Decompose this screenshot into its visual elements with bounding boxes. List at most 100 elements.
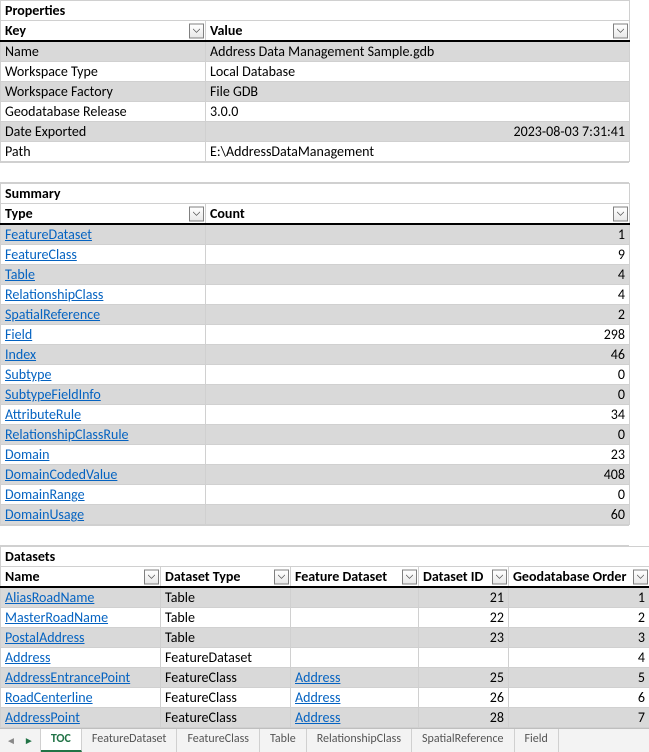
table-row: Table 4 <box>1 265 630 285</box>
summary-type-link[interactable]: RelationshipClassRule <box>5 426 129 443</box>
dataset-type-header-label: Dataset Type <box>165 568 240 585</box>
dataset-type: FeatureDataset <box>161 648 291 668</box>
sheet-tab-relationshipclass[interactable]: RelationshipClass <box>307 729 412 752</box>
summary-type-link[interactable]: SpatialReference <box>5 306 100 323</box>
table-row: Subtype 0 <box>1 365 630 385</box>
feature-dataset-header[interactable]: Feature Dataset <box>291 567 419 588</box>
chevron-down-icon <box>406 574 413 579</box>
sheet-tab-toc[interactable]: TOC <box>41 729 82 752</box>
sheet-tab-bar: ◄ ► TOCFeatureDatasetFeatureClassTableRe… <box>0 728 649 752</box>
value-header-label: Value <box>210 22 242 39</box>
summary-count: 4 <box>206 285 630 305</box>
dataset-name-link[interactable]: MasterRoadName <box>5 609 108 626</box>
chevron-down-icon <box>496 574 503 579</box>
dataset-order: 5 <box>509 668 649 688</box>
name-header[interactable]: Name <box>1 567 161 588</box>
summary-type-link[interactable]: Field <box>5 326 32 343</box>
summary-type-link[interactable]: DomainCodedValue <box>5 466 117 483</box>
table-row: SpatialReference 2 <box>1 305 630 325</box>
sheet-tab-table[interactable]: Table <box>260 729 307 752</box>
summary-type-link[interactable]: SubtypeFieldInfo <box>5 386 101 403</box>
dataset-id-header[interactable]: Dataset ID <box>419 567 509 588</box>
summary-count: 4 <box>206 265 630 285</box>
dataset-name-link[interactable]: PostalAddress <box>5 629 85 646</box>
summary-type-link[interactable]: AttributeRule <box>5 406 81 423</box>
feature-dataset-link[interactable]: Address <box>295 709 340 726</box>
property-key: Geodatabase Release <box>1 102 206 122</box>
summary-type-link[interactable]: FeatureClass <box>5 246 77 263</box>
filter-icon[interactable] <box>144 569 159 584</box>
order-header[interactable]: Geodatabase Order <box>509 567 649 588</box>
table-row: DomainCodedValue 408 <box>1 465 630 485</box>
dataset-type: FeatureClass <box>161 688 291 708</box>
property-key: Workspace Factory <box>1 82 206 102</box>
tab-prev-icon[interactable]: ◄ <box>4 734 18 747</box>
property-key: Name <box>1 41 206 62</box>
summary-type-link[interactable]: Subtype <box>5 366 51 383</box>
table-row: SubtypeFieldInfo 0 <box>1 385 630 405</box>
summary-count: 0 <box>206 365 630 385</box>
property-value: File GDB <box>206 82 630 102</box>
chevron-down-icon <box>193 28 200 33</box>
type-header-label: Type <box>5 205 33 222</box>
summary-type-link[interactable]: RelationshipClass <box>5 286 103 303</box>
dataset-name-link[interactable]: AliasRoadName <box>5 589 94 606</box>
property-value: 2023-08-03 7:31:41 <box>206 122 630 142</box>
feature-dataset-link[interactable]: Address <box>295 689 340 706</box>
chevron-down-icon <box>617 28 624 33</box>
count-header[interactable]: Count <box>206 204 630 225</box>
summary-title: Summary <box>1 184 630 204</box>
chevron-down-icon <box>617 211 624 216</box>
filter-icon[interactable] <box>402 569 417 584</box>
summary-type-link[interactable]: Table <box>5 266 35 283</box>
property-value: Local Database <box>206 62 630 82</box>
summary-type-link[interactable]: FeatureDataset <box>5 226 92 243</box>
dataset-type-header[interactable]: Dataset Type <box>161 567 291 588</box>
summary-type-link[interactable]: DomainUsage <box>5 506 84 523</box>
summary-count: 1 <box>206 224 630 245</box>
filter-icon[interactable] <box>492 569 507 584</box>
filter-icon[interactable] <box>613 23 628 38</box>
value-header[interactable]: Value <box>206 21 630 42</box>
feature-dataset-link[interactable]: Address <box>295 669 340 686</box>
sheet-tab-featuredataset[interactable]: FeatureDataset <box>82 729 178 752</box>
tab-next-icon[interactable]: ► <box>22 734 36 747</box>
datasets-title: Datasets <box>1 547 649 567</box>
properties-table: Properties Key Value NameAddress Data Ma… <box>0 0 630 162</box>
summary-count: 0 <box>206 425 630 445</box>
table-row: Domain 23 <box>1 445 630 465</box>
type-header[interactable]: Type <box>1 204 206 225</box>
table-row: AddressEntrancePointFeatureClassAddress2… <box>1 668 649 688</box>
filter-icon[interactable] <box>189 206 204 221</box>
chevron-down-icon <box>278 574 285 579</box>
sheet-tab-spatialreference[interactable]: SpatialReference <box>412 729 515 752</box>
dataset-name-link[interactable]: AddressPoint <box>5 709 80 726</box>
filter-icon[interactable] <box>613 206 628 221</box>
dataset-name-link[interactable]: Address <box>5 649 50 666</box>
property-value: E:\AddressDataManagement <box>206 142 630 162</box>
filter-icon[interactable] <box>189 23 204 38</box>
summary-type-link[interactable]: Domain <box>5 446 49 463</box>
table-row: RelationshipClass 4 <box>1 285 630 305</box>
summary-count: 2 <box>206 305 630 325</box>
summary-count: 408 <box>206 465 630 485</box>
table-row: NameAddress Data Management Sample.gdb <box>1 41 630 62</box>
chevron-down-icon <box>193 211 200 216</box>
dataset-name-link[interactable]: AddressEntrancePoint <box>5 669 130 686</box>
filter-icon[interactable] <box>274 569 289 584</box>
summary-type-link[interactable]: Index <box>5 346 36 363</box>
summary-count: 23 <box>206 445 630 465</box>
order-header-label: Geodatabase Order <box>513 568 626 585</box>
chevron-down-icon <box>637 574 644 579</box>
key-header[interactable]: Key <box>1 21 206 42</box>
summary-table: Summary Type Count FeatureDataset 1 Featur… <box>0 183 630 525</box>
summary-type-link[interactable]: DomainRange <box>5 486 85 503</box>
filter-icon[interactable] <box>633 569 648 584</box>
table-row: Workspace FactoryFile GDB <box>1 82 630 102</box>
dataset-name-link[interactable]: RoadCenterline <box>5 689 93 706</box>
dataset-order: 4 <box>509 648 649 668</box>
sheet-tab-featureclass[interactable]: FeatureClass <box>177 729 260 752</box>
summary-count: 0 <box>206 385 630 405</box>
table-row: RelationshipClassRule 0 <box>1 425 630 445</box>
sheet-tab-field[interactable]: Field <box>515 729 559 752</box>
